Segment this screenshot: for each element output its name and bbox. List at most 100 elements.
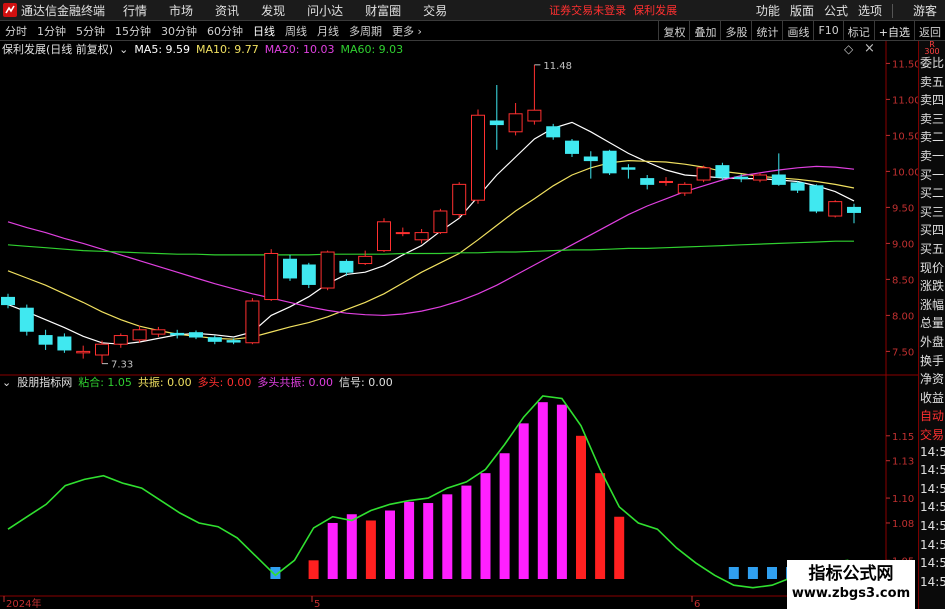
- menu-right-group: 功能 版面 公式 选项 游客: [746, 0, 945, 21]
- period-1min[interactable]: 1分钟: [32, 23, 71, 39]
- login-notice[interactable]: 证券交易未登录 保利发展: [549, 2, 677, 18]
- period-more[interactable]: 更多 ›: [387, 23, 427, 39]
- menu-layout[interactable]: 版面: [790, 2, 814, 19]
- sidebar-item[interactable]: 自动: [920, 407, 945, 424]
- menu-market[interactable]: 行情: [123, 2, 147, 19]
- candle-down: [583, 156, 598, 162]
- date-label: 2024年: [6, 597, 41, 609]
- app-title: 通达信金融终端: [21, 3, 106, 18]
- stock-link[interactable]: 保利发展: [633, 4, 677, 17]
- candle-down: [57, 336, 72, 351]
- ma-settings-icon[interactable]: ⌄: [119, 43, 128, 56]
- ma60-label: MA60: 9.03: [340, 42, 404, 56]
- ma20-label: MA20: 10.03: [264, 42, 335, 56]
- candle-down: [283, 258, 297, 279]
- settings-icon[interactable]: ◇: [844, 42, 853, 56]
- candle-down: [565, 140, 579, 154]
- menu-discover[interactable]: 发现: [261, 2, 285, 19]
- candle-down: [189, 332, 203, 338]
- sidebar-item: 外盘: [920, 335, 945, 349]
- menu-formula[interactable]: 公式: [824, 2, 848, 19]
- menu-news[interactable]: 资讯: [215, 2, 239, 19]
- period-30min[interactable]: 30分钟: [156, 23, 202, 39]
- ind-y-tick-label: 1.08: [892, 519, 914, 530]
- indicator-bar: [327, 522, 338, 579]
- indicator-bar: [480, 473, 491, 579]
- y-tick-label: 10.50: [892, 131, 918, 142]
- sidebar-item: 买二: [920, 186, 945, 201]
- chart-area[interactable]: 11.48 7.33 11.50 11.00 10.50 10.00 9.50 9.00 8.…: [0, 41, 918, 609]
- ma10-label: MA10: 9.77: [196, 42, 259, 56]
- candle-up: [377, 221, 391, 252]
- sidebar-item: 现价: [920, 260, 945, 275]
- period-5min[interactable]: 5分钟: [71, 23, 110, 39]
- period-60min[interactable]: 60分钟: [202, 23, 248, 39]
- candle-up: [828, 201, 843, 217]
- y-tick-label: 7.50: [892, 347, 914, 358]
- indicator-menu-icon[interactable]: ⌄: [2, 376, 11, 389]
- candle-down: [847, 206, 861, 213]
- sidebar-badge: R 300: [924, 40, 940, 56]
- ind-y-tick-label: 1.15: [892, 432, 914, 443]
- candle-up: [677, 183, 692, 194]
- candle-up: [395, 232, 410, 235]
- period-intraday[interactable]: 分时: [0, 23, 32, 39]
- indicator-header: ⌄ 股朋指标网 粘合: 1.05 共振: 0.00 多头: 0.00 多头共振:…: [2, 374, 399, 390]
- period-15min[interactable]: 15分钟: [110, 23, 156, 39]
- menu-wealth-circle[interactable]: 财富圈: [365, 2, 401, 19]
- y-tick-label: 11.50: [892, 59, 918, 70]
- ind-y-tick-label: 1.10: [892, 494, 914, 505]
- indicator-panel: [7, 395, 849, 589]
- sidebar-item: 14:56: [920, 574, 945, 589]
- period-multi[interactable]: 多周期: [344, 23, 387, 39]
- add-watchlist-button[interactable]: +自选: [873, 21, 914, 41]
- candle-down: [170, 332, 185, 336]
- menu-markets[interactable]: 市场: [169, 2, 193, 19]
- indicator-bar: [595, 473, 606, 579]
- sidebar-item: 涨幅: [920, 297, 945, 312]
- sidebar-item: 收益: [920, 390, 945, 405]
- ma-line-ma5: [7, 121, 855, 345]
- menu-function[interactable]: 功能: [756, 2, 780, 19]
- period-weekly[interactable]: 周线: [280, 23, 312, 39]
- sidebar-item[interactable]: 交易: [920, 426, 945, 443]
- candle-up: [95, 343, 109, 356]
- multi-stock-button[interactable]: 多股: [720, 21, 751, 41]
- period-daily[interactable]: 日线: [248, 23, 280, 39]
- y-tick-label: 9.00: [892, 239, 914, 250]
- sidebar-item: 总量: [920, 316, 945, 331]
- stock-name-label[interactable]: 保利发展(日线 前复权): [2, 41, 113, 57]
- y-tick-label: 11.00: [892, 95, 918, 106]
- candlestick-panel: 11.48 7.33: [1, 61, 861, 371]
- indicator-low-mark: [728, 567, 739, 579]
- statistics-button[interactable]: 统计: [751, 21, 782, 41]
- sidebar-item: 14:56: [920, 519, 945, 533]
- indicator-bar: [442, 494, 453, 579]
- menu-ask-xiaoda[interactable]: 问小达: [307, 2, 343, 19]
- f10-button[interactable]: F10: [813, 21, 842, 41]
- draw-line-button[interactable]: 画线: [782, 21, 813, 41]
- menu-options[interactable]: 选项: [858, 2, 882, 19]
- indicator-bar: [308, 560, 319, 579]
- back-button[interactable]: 返回: [914, 21, 945, 41]
- overlay-button[interactable]: 叠加: [689, 21, 720, 41]
- indicator-value-bull-resonance: 多头共振: 0.00: [257, 376, 334, 389]
- mark-button[interactable]: 标记: [842, 21, 874, 41]
- candle-up: [414, 232, 429, 241]
- menu-trade[interactable]: 交易: [423, 2, 447, 19]
- indicator-name[interactable]: 股朋指标网: [17, 374, 72, 390]
- guest-user[interactable]: 游客: [913, 2, 937, 19]
- candle-down: [207, 337, 222, 342]
- adjust-button[interactable]: 复权: [658, 21, 689, 41]
- sidebar-item: 卖二: [920, 130, 945, 145]
- sidebar-item: 14:56: [920, 556, 945, 571]
- close-icon[interactable]: ×: [864, 41, 875, 56]
- indicator-bar: [404, 501, 415, 579]
- period-monthly[interactable]: 月线: [312, 23, 344, 39]
- sidebar-item: 卖三: [920, 111, 945, 126]
- indicator-low-mark: [767, 567, 777, 579]
- candle-down: [489, 120, 504, 126]
- candle-down: [715, 165, 730, 178]
- date-label: 5: [314, 599, 320, 609]
- indicator-bar: [385, 510, 395, 579]
